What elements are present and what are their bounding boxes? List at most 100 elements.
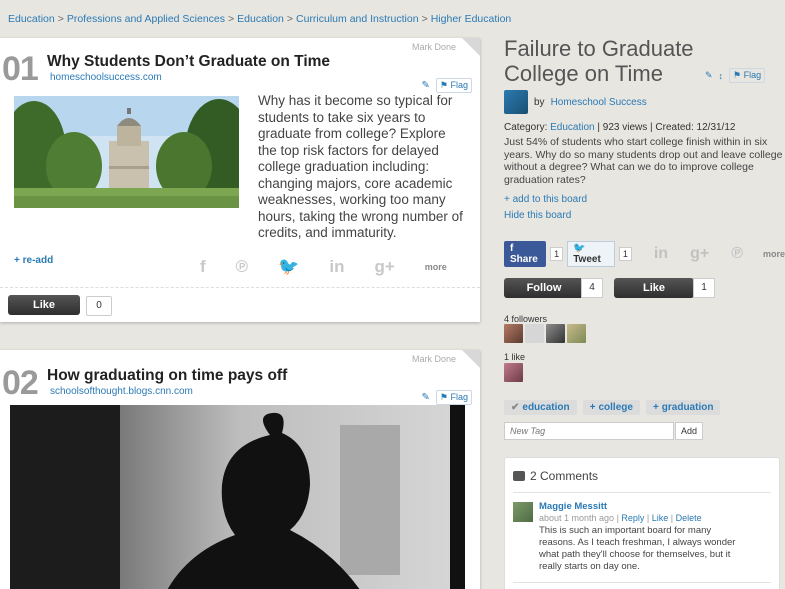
likes-label: 1 like — [504, 352, 526, 362]
breadcrumb-separator: > — [57, 13, 64, 25]
readd-link[interactable]: + re-add — [14, 255, 53, 266]
mark-done-corner[interactable] — [462, 350, 480, 368]
category-label: Category: — [504, 122, 548, 133]
comments-divider — [513, 582, 771, 583]
board-meta: Category: Education | 923 views | Create… — [504, 122, 735, 133]
breadcrumb: Education > Professions and Applied Scienc… — [8, 13, 511, 25]
tweet-count: 1 — [618, 247, 632, 261]
comment-reply-link[interactable]: Reply — [621, 513, 644, 523]
mark-done-button[interactable]: Mark Done — [412, 42, 456, 52]
item-tools: ✎ ⚑ Flag — [422, 78, 472, 93]
tag-list: ✔ education + college + graduation — [504, 400, 721, 415]
commenter-name[interactable]: Maggie Messitt — [539, 501, 607, 512]
board-summary: Just 54% of students who start college f… — [504, 136, 783, 186]
follow-button[interactable]: Follow — [504, 278, 584, 298]
share-count: 1 — [550, 247, 564, 261]
add-tag-button[interactable]: Add — [675, 422, 703, 440]
liker-avatar[interactable] — [504, 363, 523, 382]
twitter-icon[interactable]: 🐦 — [278, 257, 299, 277]
item-title[interactable]: How graduating on time pays off — [47, 367, 287, 385]
plus-icon: + — [652, 402, 659, 413]
tag-label: college — [598, 402, 633, 413]
tag-label: graduation — [661, 402, 714, 413]
comments-divider — [513, 492, 771, 493]
item-source-link[interactable]: schoolsofthought.blogs.cnn.com — [50, 386, 193, 397]
board-flag-button[interactable]: ⚑ Flag — [729, 68, 766, 83]
new-tag-input[interactable] — [504, 422, 674, 440]
mark-done-corner[interactable] — [462, 38, 480, 56]
category-link[interactable]: Education — [550, 122, 594, 133]
check-icon: ✔ — [511, 402, 520, 413]
follower-avatar[interactable] — [567, 324, 586, 343]
by-prefix: by — [534, 96, 545, 108]
item-image[interactable] — [14, 96, 239, 208]
linkedin-icon[interactable]: in — [654, 245, 668, 263]
item-title[interactable]: Why Students Don’t Graduate on Time — [47, 53, 330, 71]
flag-icon: ⚑ — [439, 392, 448, 402]
comment-bubble-icon — [513, 471, 525, 481]
edit-icon[interactable]: ✎ — [422, 80, 430, 91]
commenter-avatar[interactable] — [513, 502, 533, 522]
flag-button[interactable]: ⚑ Flag — [435, 390, 472, 405]
breadcrumb-item-professions[interactable]: Professions and Applied Sciences — [67, 13, 225, 25]
like-button[interactable]: Like — [8, 295, 80, 315]
breadcrumb-item-higher-education[interactable]: Higher Education — [431, 13, 512, 25]
breadcrumb-separator: > — [421, 13, 428, 25]
breadcrumb-item-curriculum[interactable]: Curriculum and Instruction — [296, 13, 419, 25]
comment-meta: about 1 month ago | Reply | Like | Delet… — [539, 513, 702, 523]
tweet-button[interactable]: 🐦Tweet — [567, 241, 615, 267]
linkedin-icon[interactable]: in — [329, 257, 344, 277]
more-share-link[interactable]: more — [763, 249, 785, 259]
facebook-icon[interactable]: f — [200, 257, 206, 277]
google-plus-icon[interactable]: g+ — [690, 245, 709, 263]
flag-label: Flag — [450, 80, 468, 90]
board-social-row: f Share 1 🐦Tweet 1 in g+ ℗ more — [504, 241, 785, 267]
breadcrumb-separator: > — [286, 13, 294, 25]
facebook-icon: f — [510, 243, 514, 254]
tag-college[interactable]: + college — [582, 400, 640, 415]
mark-done-button[interactable]: Mark Done — [412, 354, 456, 364]
tag-education[interactable]: ✔ education — [504, 400, 577, 415]
add-to-board-link[interactable]: + add to this board — [504, 194, 587, 205]
comments-header: 2 Comments — [513, 469, 598, 483]
google-plus-icon[interactable]: g+ — [374, 257, 394, 277]
flag-icon: ⚑ — [733, 70, 742, 80]
board-stats: | 923 views | Created: 12/31/12 — [597, 122, 736, 133]
board-title-tools: ✎ ↕ ⚑ Flag — [705, 68, 766, 83]
flag-label: Flag — [450, 392, 468, 402]
item-source-link[interactable]: homeschoolsuccess.com — [50, 72, 162, 83]
more-share-link[interactable]: more — [425, 262, 447, 272]
item-number: 01 — [2, 50, 39, 88]
item-description: Why has it become so typical for student… — [258, 93, 463, 240]
edit-icon[interactable]: ✎ — [422, 392, 430, 403]
pinterest-icon[interactable]: ℗ — [236, 257, 249, 277]
flag-button[interactable]: ⚑ Flag — [435, 78, 472, 93]
item-image[interactable] — [10, 405, 465, 589]
board-item-card-2: Mark Done 02 How graduating on time pays… — [0, 350, 480, 589]
edit-icon[interactable]: ✎ — [705, 70, 713, 81]
comments-panel: 2 Comments Maggie Messitt about 1 month … — [504, 457, 780, 589]
comment-like-link[interactable]: Like — [652, 513, 669, 523]
sort-icon[interactable]: ↕ — [719, 71, 724, 81]
follower-avatar[interactable] — [525, 324, 544, 343]
comment-delete-link[interactable]: Delete — [676, 513, 702, 523]
likers-avatars — [504, 363, 523, 382]
flag-label: Flag — [743, 70, 762, 80]
share-label: Share — [510, 254, 538, 265]
tag-graduation[interactable]: + graduation — [645, 400, 721, 415]
comment-time: about 1 month ago — [539, 513, 615, 523]
tag-label: education — [522, 402, 570, 413]
follower-avatar[interactable] — [546, 324, 565, 343]
hide-board-link[interactable]: Hide this board — [504, 210, 571, 221]
breadcrumb-item-education-2[interactable]: Education — [237, 13, 284, 25]
share-row: f ℗ 🐦 in g+ more — [200, 257, 447, 277]
facebook-share-button[interactable]: f Share — [504, 241, 547, 267]
pinterest-icon[interactable]: ℗ — [731, 245, 743, 263]
breadcrumb-item-education[interactable]: Education — [8, 13, 55, 25]
item-number: 02 — [2, 364, 39, 402]
board-like-button[interactable]: Like — [614, 278, 694, 298]
follower-avatar[interactable] — [504, 324, 523, 343]
author-link[interactable]: Homeschool Success — [551, 97, 647, 108]
like-count: 0 — [86, 296, 112, 316]
author-avatar[interactable] — [504, 90, 528, 114]
